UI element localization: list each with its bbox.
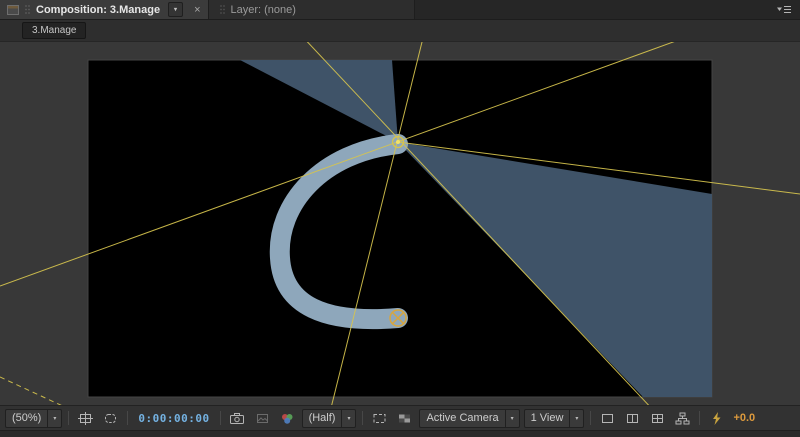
panel-bottom-strip: [0, 430, 800, 437]
toolbar-separator: [590, 411, 592, 425]
magnification-value: (50%): [12, 412, 42, 424]
chevron-down-icon: ▾: [504, 409, 519, 427]
toolbar-separator: [699, 411, 701, 425]
panel-grip-icon[interactable]: [24, 4, 31, 15]
adjust-exposure-button[interactable]: [706, 409, 727, 427]
viewport-pasteboard[interactable]: [0, 42, 800, 405]
flowchart-button[interactable]: [672, 409, 693, 427]
chevron-down-icon[interactable]: ▾: [168, 2, 184, 17]
viewport-toolbar: (50%) ▾ 0:00:00:00 (Half) ▾ Active Camer…: [0, 405, 800, 430]
mask-visibility-button[interactable]: [100, 409, 121, 427]
view-layout-dropdown[interactable]: 1 View ▾: [523, 408, 585, 428]
chevron-down-icon: ▾: [569, 409, 583, 427]
four-view-icon: [652, 413, 664, 423]
camera-view-dropdown[interactable]: Active Camera ▾: [419, 408, 520, 428]
toolbar-separator: [127, 411, 129, 425]
resolution-dropdown[interactable]: (Half) ▾: [301, 408, 357, 428]
view-layout-4-button[interactable]: [647, 409, 668, 427]
composition-view[interactable]: [0, 42, 800, 405]
magnification-dropdown[interactable]: (50%) ▾: [5, 408, 63, 428]
flowchart-icon: [675, 412, 690, 424]
show-last-snapshot-button[interactable]: [252, 409, 273, 427]
exposure-value[interactable]: +0.0: [731, 412, 755, 424]
timecode-field[interactable]: 0:00:00:00: [134, 412, 213, 425]
single-view-icon: [602, 413, 614, 423]
checkerboard-icon: [399, 414, 411, 422]
panel-icon: [7, 4, 19, 15]
panel-grip-icon[interactable]: [219, 4, 226, 15]
toolbar-separator: [362, 411, 364, 425]
photo-icon: [256, 413, 268, 423]
grid-icon: [78, 411, 94, 425]
camera-icon: [230, 412, 245, 424]
view-layout-2-button[interactable]: [622, 409, 643, 427]
mask-path-icon: [105, 413, 117, 423]
view-layout-value: 1 View: [530, 412, 564, 424]
panel-menu-icon: [777, 6, 791, 13]
comp-navigator-row: 3.Manage: [0, 20, 800, 42]
close-icon[interactable]: ×: [194, 4, 200, 16]
snapshot-button[interactable]: [227, 409, 248, 427]
rgb-channels-icon: [282, 413, 293, 424]
toolbar-separator: [219, 411, 221, 425]
chevron-down-icon: ▾: [47, 409, 61, 427]
motion-path-dashed[interactable]: [0, 376, 80, 405]
lightning-icon: [713, 411, 721, 425]
tab-layer[interactable]: Layer: (none): [208, 0, 415, 19]
panel-menu-button[interactable]: [767, 0, 800, 19]
transparency-grid-button[interactable]: [394, 409, 415, 427]
tab-composition-label: Composition: 3.Manage: [36, 3, 161, 16]
composition-panel: Composition: 3.Manage ▾ × Layer: (none): [0, 0, 800, 437]
tab-composition[interactable]: Composition: 3.Manage ▾ ×: [0, 0, 209, 19]
toolbar-separator: [68, 411, 70, 425]
two-view-icon: [627, 413, 639, 423]
region-of-interest-button[interactable]: [369, 409, 390, 427]
camera-view-value: Active Camera: [426, 412, 499, 424]
chevron-down-icon: ▾: [341, 409, 355, 427]
roi-icon: [373, 413, 386, 423]
resolution-value: (Half): [308, 412, 336, 424]
view-layout-1-button[interactable]: [597, 409, 618, 427]
grid-guides-button[interactable]: [75, 409, 96, 427]
channels-button[interactable]: [277, 409, 298, 427]
tab-layer-label: Layer: (none): [230, 3, 296, 16]
comp-nav-button[interactable]: 3.Manage: [22, 22, 87, 39]
panel-tab-bar: Composition: 3.Manage ▾ × Layer: (none): [0, 0, 800, 20]
